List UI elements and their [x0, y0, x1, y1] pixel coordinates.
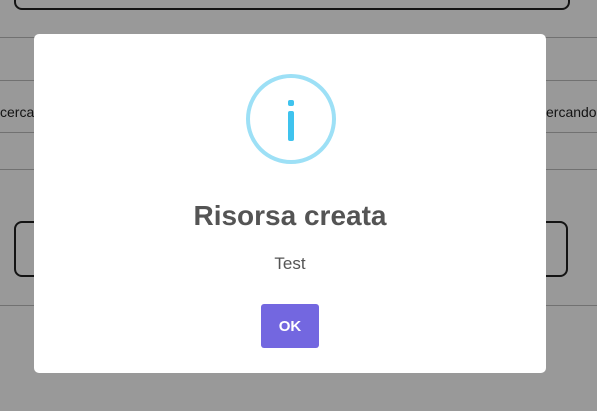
page: cerca ercando Risorsa creata Test OK: [0, 0, 597, 411]
ok-button[interactable]: OK: [261, 304, 319, 348]
info-icon: [246, 74, 336, 164]
info-icon-dot: [288, 100, 294, 106]
dialog-message: Test: [274, 254, 306, 273]
info-icon-stem: [288, 111, 294, 141]
dialog-title: Risorsa creata: [193, 200, 387, 231]
alert-dialog: Risorsa creata Test OK: [34, 34, 546, 373]
